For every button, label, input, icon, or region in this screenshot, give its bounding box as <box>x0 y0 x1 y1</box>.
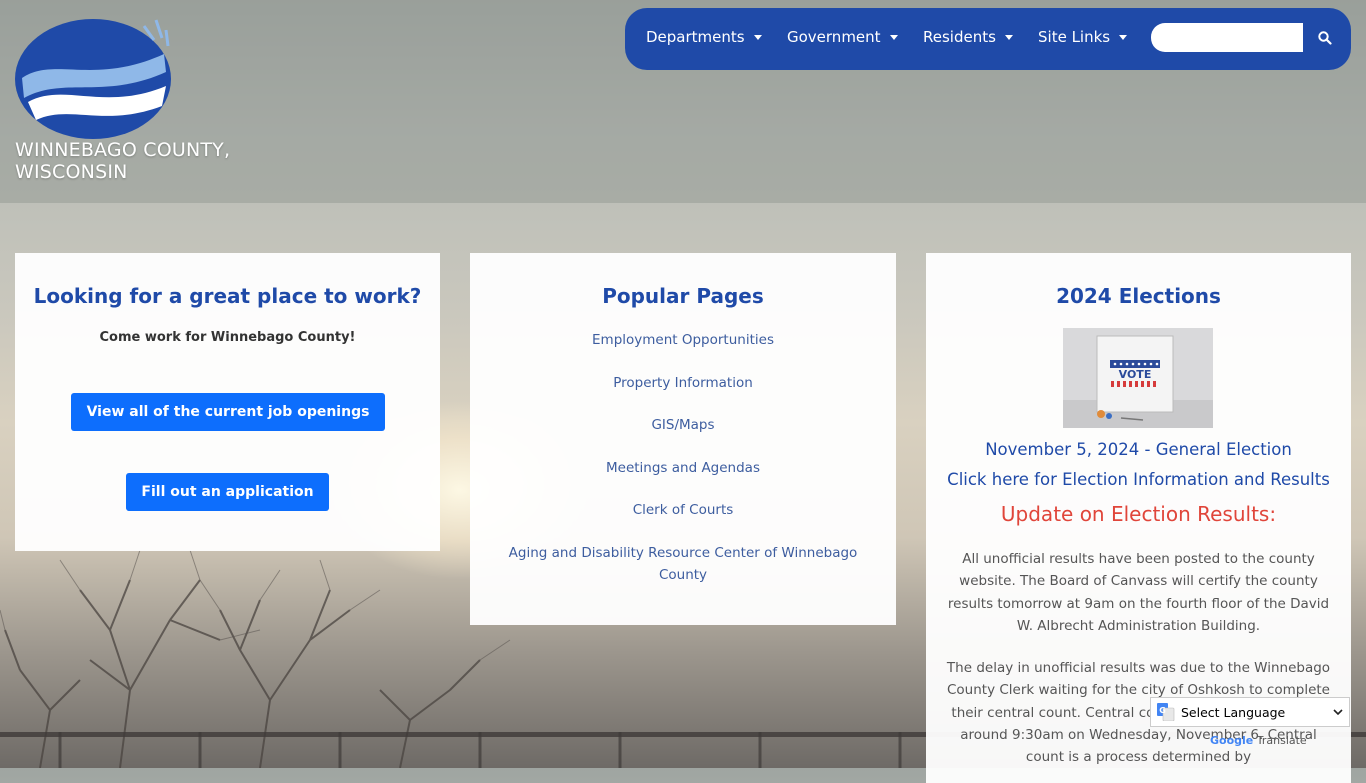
nav-site-links-label: Site Links <box>1038 28 1111 46</box>
nav-residents[interactable]: Residents <box>923 28 1013 46</box>
nav-government[interactable]: Government <box>787 28 898 46</box>
work-card: Looking for a great place to work? Come … <box>15 253 440 551</box>
elections-title: 2024 Elections <box>1056 284 1221 308</box>
election-update-heading: Update on Election Results: <box>1000 502 1277 526</box>
link-adrc[interactable]: Aging and Disability Resource Center of … <box>490 542 876 586</box>
work-card-title: Looking for a great place to work? <box>33 284 422 308</box>
popular-pages-list: Employment Opportunities Property Inform… <box>490 329 876 606</box>
language-select-label: Select Language <box>1181 704 1286 720</box>
view-job-openings-button[interactable]: View all of the current job openings <box>71 393 385 431</box>
vote-image[interactable]: VOTE <box>1063 328 1213 428</box>
caret-down-icon <box>889 35 898 40</box>
nav-site-links[interactable]: Site Links <box>1038 28 1128 46</box>
svg-text:G: G <box>1159 706 1166 715</box>
translate-widget: G Select Language Google Translate <box>1150 697 1350 754</box>
site-title-line1: WINNEBAGO COUNTY, <box>15 139 231 161</box>
link-gis-maps[interactable]: GIS/Maps <box>490 414 876 436</box>
chevron-down-icon <box>1333 709 1343 715</box>
link-clerk-of-courts[interactable]: Clerk of Courts <box>490 499 876 521</box>
link-meetings-agendas[interactable]: Meetings and Agendas <box>490 457 876 479</box>
main-navbar: Departments Government Residents Site Li… <box>625 8 1351 70</box>
translate-icon: G <box>1157 703 1175 721</box>
search-button[interactable] <box>1305 23 1345 52</box>
site-title-line2: WISCONSIN <box>15 161 128 183</box>
caret-down-icon <box>753 35 762 40</box>
site-title[interactable]: WINNEBAGO COUNTY, WISCONSIN <box>15 139 230 183</box>
popular-pages-card: Popular Pages Employment Opportunities P… <box>470 253 896 625</box>
work-card-subtitle: Come work for Winnebago County! <box>99 330 356 345</box>
election-paragraph-1: All unofficial results have been posted … <box>947 551 1330 634</box>
google-brand: Google <box>1210 734 1254 747</box>
nav-departments-label: Departments <box>646 28 745 46</box>
nav-government-label: Government <box>787 28 881 46</box>
language-select[interactable]: G Select Language <box>1150 697 1350 727</box>
fill-application-button[interactable]: Fill out an application <box>126 473 329 511</box>
link-employment-opportunities[interactable]: Employment Opportunities <box>490 329 876 351</box>
translate-link[interactable]: Translate <box>1257 734 1307 747</box>
search-icon <box>1318 30 1332 45</box>
election-date: November 5, 2024 - General Election <box>985 440 1292 459</box>
popular-pages-title: Popular Pages <box>602 284 764 308</box>
vote-sign-text: VOTE <box>1119 368 1152 381</box>
nav-residents-label: Residents <box>923 28 996 46</box>
county-logo[interactable] <box>14 16 174 142</box>
election-info-link[interactable]: Click here for Election Information and … <box>926 470 1351 489</box>
caret-down-icon <box>1004 35 1013 40</box>
caret-down-icon <box>1119 35 1128 40</box>
search-input[interactable] <box>1151 23 1303 52</box>
link-property-information[interactable]: Property Information <box>490 372 876 394</box>
powered-by-google: Google Translate <box>1210 734 1307 747</box>
nav-departments[interactable]: Departments <box>646 28 762 46</box>
